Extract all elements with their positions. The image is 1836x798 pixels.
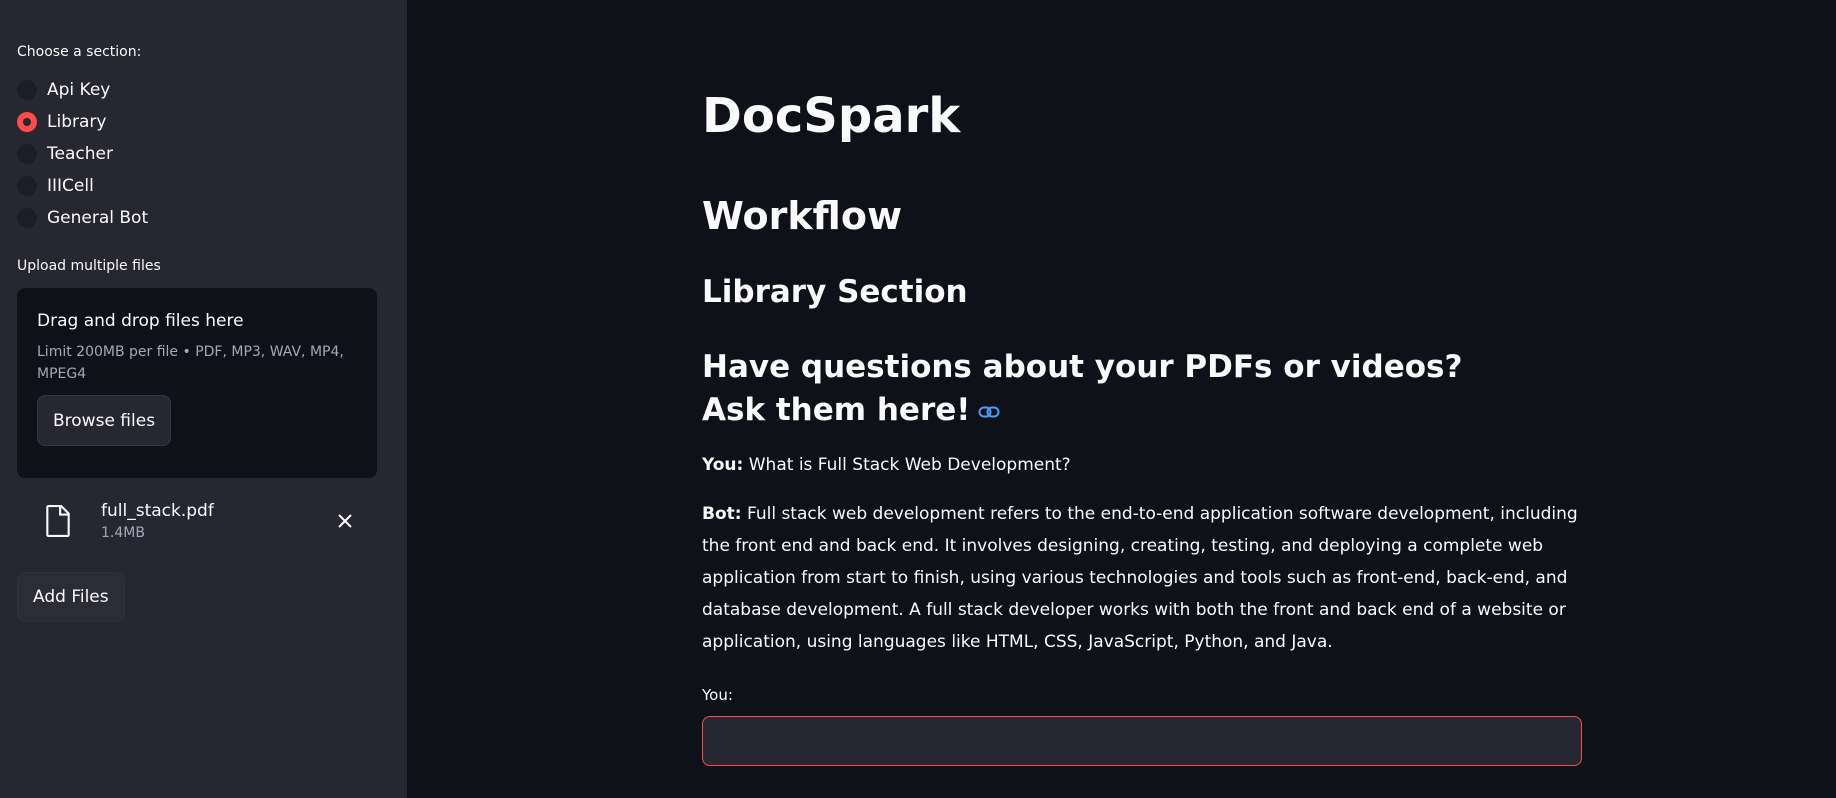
close-icon[interactable]: [335, 511, 355, 531]
chat-message-user: You: What is Full Stack Web Development?: [702, 449, 1582, 481]
radio-label: IIICell: [47, 176, 94, 196]
file-size: 1.4MB: [101, 525, 145, 541]
chat-input-label: You:: [702, 686, 733, 704]
uploaded-file-row: full_stack.pdf 1.4MB: [17, 494, 377, 548]
browse-files-button[interactable]: Browse files: [37, 395, 172, 446]
radio-label: Library: [47, 112, 107, 132]
radio-label: General Bot: [47, 208, 149, 228]
message-speaker: You:: [702, 455, 744, 475]
question-heading-text: Have questions about your PDFs or videos…: [702, 349, 1463, 428]
message-text: Full stack web development refers to the…: [702, 504, 1578, 652]
radio-label: Teacher: [47, 144, 113, 164]
file-dropzone[interactable]: Drag and drop files here Limit 200MB per…: [17, 288, 377, 478]
chat-input[interactable]: [702, 716, 1582, 766]
radio-library[interactable]: Library: [17, 106, 390, 138]
workflow-heading: Workflow: [702, 194, 903, 238]
radio-button[interactable]: [17, 80, 37, 100]
radio-teacher[interactable]: Teacher: [17, 138, 390, 170]
message-text: What is Full Stack Web Development?: [743, 455, 1071, 475]
file-info: full_stack.pdf 1.4MB: [101, 501, 335, 541]
question-heading: Have questions about your PDFs or videos…: [702, 346, 1522, 432]
sidebar: Choose a section: Api Key Library Teache…: [0, 0, 407, 798]
radio-button-selected[interactable]: [17, 112, 37, 132]
radio-general-bot[interactable]: General Bot: [17, 202, 390, 234]
radio-button[interactable]: [17, 176, 37, 196]
chat-message-bot: Bot: Full stack web development refers t…: [702, 498, 1582, 658]
section-radio-group: Api Key Library Teacher IIICell General …: [17, 74, 390, 234]
radio-button[interactable]: [17, 208, 37, 228]
file-name: full_stack.pdf: [101, 501, 214, 521]
library-heading: Library Section: [702, 274, 968, 310]
add-files-button[interactable]: Add Files: [17, 572, 125, 622]
upload-label: Upload multiple files: [17, 258, 161, 274]
section-label: Choose a section:: [17, 44, 142, 60]
radio-button[interactable]: [17, 144, 37, 164]
radio-api-key[interactable]: Api Key: [17, 74, 390, 106]
radio-iiicell[interactable]: IIICell: [17, 170, 390, 202]
dropzone-title: Drag and drop files here: [37, 311, 244, 331]
dropzone-limit: Limit 200MB per file • PDF, MP3, WAV, MP…: [37, 344, 344, 382]
page-title: DocSpark: [702, 88, 961, 144]
file-icon: [46, 505, 70, 537]
link-icon[interactable]: [978, 405, 1000, 419]
message-speaker: Bot:: [702, 504, 742, 524]
radio-label: Api Key: [47, 80, 111, 100]
